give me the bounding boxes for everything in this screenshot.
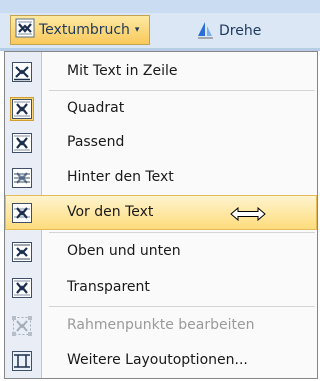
more-layout-options-icon — [12, 351, 32, 371]
menu-item-quadrat[interactable]: Quadrat — [5, 91, 317, 126]
rotate-icon — [195, 19, 215, 43]
drehen-label: Drehe — [219, 23, 262, 39]
chevron-down-icon: ▾ — [134, 25, 140, 35]
menu-separator — [49, 306, 315, 307]
menu-item-label: Mit Text in Zeile — [67, 63, 178, 79]
tight-wrap-icon — [12, 133, 32, 153]
text-wrap-icon — [15, 18, 35, 42]
menu-item-label: Vor den Text — [67, 204, 154, 220]
edit-wrap-points-icon — [12, 316, 32, 336]
menu-item-transparent[interactable]: Transparent — [5, 270, 317, 305]
drehen-button[interactable]: Drehe — [195, 19, 261, 43]
textumbruch-button[interactable]: Textumbruch ▾ — [10, 15, 150, 45]
menu-separator — [49, 232, 315, 233]
menu-item-label: Weitere Layoutoptionen... — [67, 352, 248, 368]
through-wrap-icon — [12, 278, 32, 298]
ribbon-top-band — [0, 0, 320, 13]
menu-item-label: Quadrat — [67, 100, 125, 116]
menu-item-label: Rahmenpunkte bearbeiten — [67, 317, 255, 333]
inline-with-text-icon — [12, 62, 32, 82]
in-front-of-text-icon — [12, 203, 32, 223]
top-bottom-wrap-icon — [12, 242, 32, 262]
textumbruch-dropdown-menu: Mit Text in Zeile Quadrat Passend Hinter… — [4, 51, 318, 379]
ribbon: Textumbruch ▾ Drehe — [0, 0, 320, 48]
menu-item-label: Hinter den Text — [67, 169, 174, 185]
menu-item-rahmenpunkte-bearbeiten: Rahmenpunkte bearbeiten — [5, 308, 317, 343]
menu-item-oben-und-unten[interactable]: Oben und unten — [5, 234, 317, 269]
menu-item-weitere-layoutoptionen[interactable]: Weitere Layoutoptionen... — [5, 343, 317, 378]
menu-item-hinter-den-text[interactable]: Hinter den Text — [5, 160, 317, 195]
horizontal-resize-cursor-icon — [230, 206, 266, 225]
menu-item-label: Passend — [67, 134, 125, 150]
square-wrap-icon — [10, 97, 34, 121]
menu-item-label: Oben und unten — [67, 243, 181, 259]
textumbruch-label: Textumbruch — [39, 22, 130, 38]
behind-text-icon — [12, 168, 32, 188]
menu-item-passend[interactable]: Passend — [5, 125, 317, 160]
menu-item-mit-text-in-zeile[interactable]: Mit Text in Zeile — [5, 54, 317, 89]
menu-item-vor-den-text[interactable]: Vor den Text — [5, 195, 317, 230]
menu-item-label: Transparent — [67, 279, 150, 295]
